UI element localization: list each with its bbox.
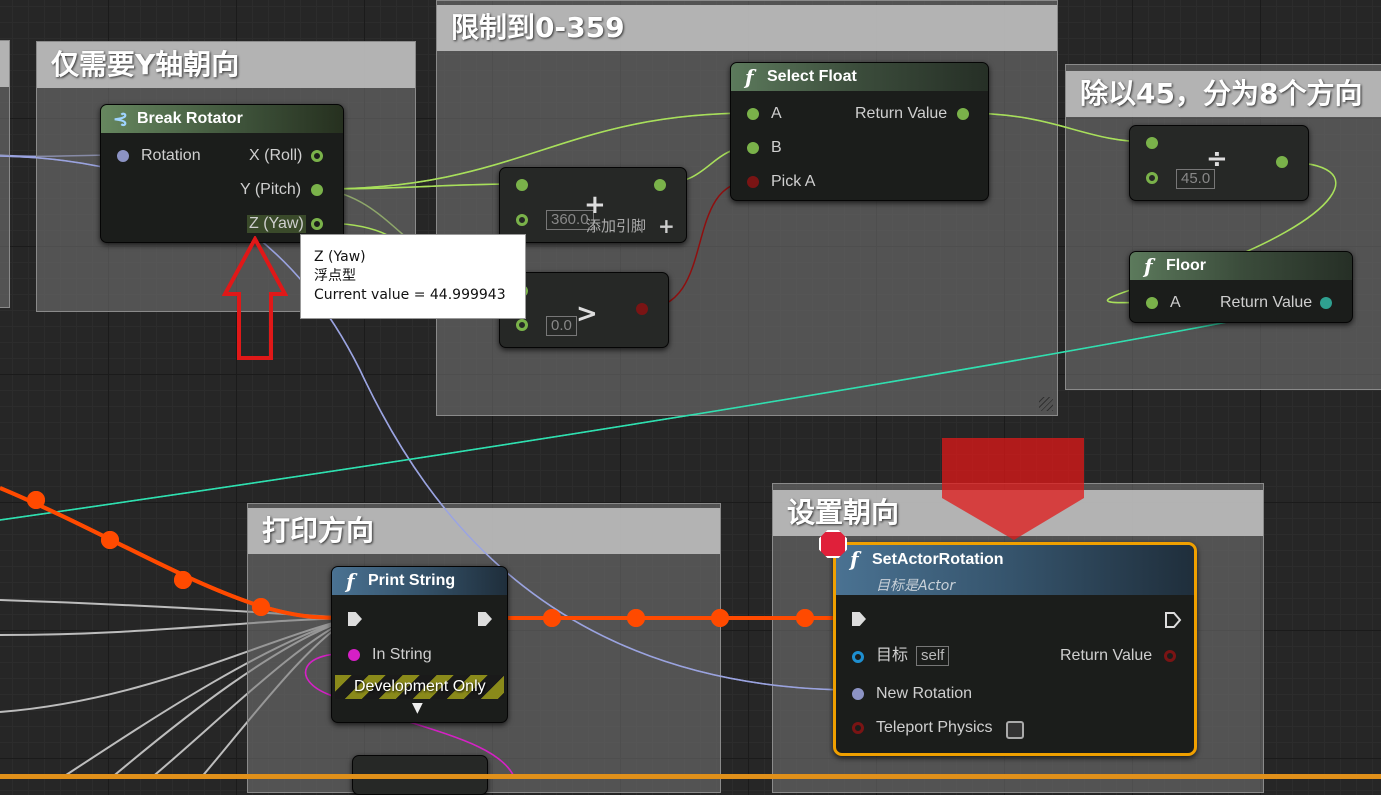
teleport-pin[interactable] [852,722,864,734]
function-icon: f [745,65,754,89]
floor-a-label: A [1170,294,1181,311]
roll-output-pin[interactable] [311,150,323,162]
tooltip-pin-type: 浮点型 [314,268,356,284]
break-rotator-node[interactable]: ⊰ Break Rotator Rotation X (Roll) Y (Pit… [100,104,344,243]
select-b-label: B [771,139,782,156]
add-pin-plus-icon[interactable]: + [658,214,675,238]
divide-node[interactable]: 45.0 ÷ [1129,125,1309,201]
divide-input-b-pin[interactable] [1146,172,1158,184]
add-node[interactable]: 360.0 + 添加引脚 + [499,167,687,243]
select-float-node[interactable]: f Select Float A B Pick A Return Value [730,62,989,201]
bottom-border [0,774,1381,779]
node-title: Floor [1166,257,1206,274]
node-header: f Select Float [731,63,988,91]
comment-left-partial[interactable] [0,40,10,308]
divide-output-pin[interactable] [1276,156,1288,168]
node-header: ⊰ Break Rotator [101,105,343,133]
exec-input-pin[interactable] [852,612,866,626]
breakpoint-icon[interactable] [819,530,847,558]
teleport-label: Teleport Physics [876,719,993,736]
divide-input-a-pin[interactable] [1146,137,1158,149]
in-string-pin[interactable] [348,649,360,661]
return-value-label: Return Value [1060,647,1153,664]
yaw-output-pin[interactable] [311,218,323,230]
print-string-node[interactable]: f Print String In String Development Onl… [331,566,508,723]
add-input-b-pin[interactable] [516,214,528,226]
target-self-value[interactable]: self [916,646,950,666]
floor-node[interactable]: f Floor A Return Value [1129,251,1353,323]
new-rotation-label: New Rotation [876,685,973,702]
select-pick-a-label: Pick A [771,173,816,190]
exec-output-pin[interactable] [478,612,492,626]
node-header: f Floor [1130,252,1352,280]
target-pin[interactable] [852,651,864,663]
greater-default-value[interactable]: 0.0 [546,316,577,336]
add-operator-symbol: + [584,190,606,220]
select-a-label: A [771,105,782,122]
add-pin-label[interactable]: 添加引脚 [586,218,646,236]
comment-title: 仅需要Y轴朝向 [37,42,415,88]
node-title: Select Float [767,68,857,85]
rotation-input-pin[interactable] [117,150,129,162]
select-return-label: Return Value [855,105,948,122]
add-output-pin[interactable] [654,179,666,191]
execution-marker-arrow-icon [942,438,1084,540]
expand-arrow-icon[interactable]: ▼ [412,700,423,716]
comment-title: 打印方向 [248,508,720,554]
tooltip-current-value: Current value = 44.999943 [314,287,506,303]
exec-input-pin[interactable] [348,612,362,626]
divide-operator-symbol: ÷ [1206,144,1228,174]
resize-grip[interactable] [1039,397,1053,411]
new-rotation-pin[interactable] [852,688,864,700]
floor-return-pin[interactable] [1320,297,1332,309]
break-struct-icon: ⊰ [113,109,129,129]
select-a-pin[interactable] [747,108,759,120]
comment-divide[interactable]: 除以45，分为8个方向 [1065,64,1381,390]
in-string-label: In String [372,646,432,663]
floor-a-pin[interactable] [1146,297,1158,309]
set-actor-rotation-node[interactable]: f SetActorRotation 目标是Actor 目标 self Retu… [833,542,1197,756]
function-icon: f [850,547,859,571]
pitch-output-pin[interactable] [311,184,323,196]
tooltip-pin-name: Z (Yaw) [314,249,366,265]
node-header: f Print String [332,567,507,595]
node-subtitle: 目标是Actor [876,578,956,594]
annotation-up-arrow-icon [222,236,288,360]
comment-title: 限制到0-359 [437,5,1057,51]
return-value-pin[interactable] [1164,650,1176,662]
yaw-output-label: Z (Yaw) [247,215,306,233]
add-input-a-pin[interactable] [516,179,528,191]
function-icon: f [1144,254,1153,278]
select-pick-a-pin[interactable] [747,176,759,188]
node-title: Print String [368,572,456,589]
greater-operator-symbol: > [576,299,598,329]
greater-input-b-pin[interactable] [516,319,528,331]
node-title: Break Rotator [137,110,243,127]
rotation-input-label: Rotation [141,147,201,164]
exec-output-pin[interactable] [1164,611,1182,629]
floor-return-label: Return Value [1220,294,1313,311]
roll-output-label: X (Roll) [249,147,303,164]
greater-output-pin[interactable] [636,303,648,315]
comment-title: 除以45，分为8个方向 [1066,71,1381,117]
teleport-checkbox[interactable] [1006,721,1024,739]
pitch-output-label: Y (Pitch) [240,181,302,198]
function-icon: f [346,569,355,593]
select-return-pin[interactable] [957,108,969,120]
node-title: SetActorRotation [872,551,1004,568]
select-b-pin[interactable] [747,142,759,154]
target-label: 目标 [876,647,909,664]
pin-tooltip: Z (Yaw) 浮点型 Current value = 44.999943 [300,234,526,319]
development-only-label: Development Only [354,678,486,695]
